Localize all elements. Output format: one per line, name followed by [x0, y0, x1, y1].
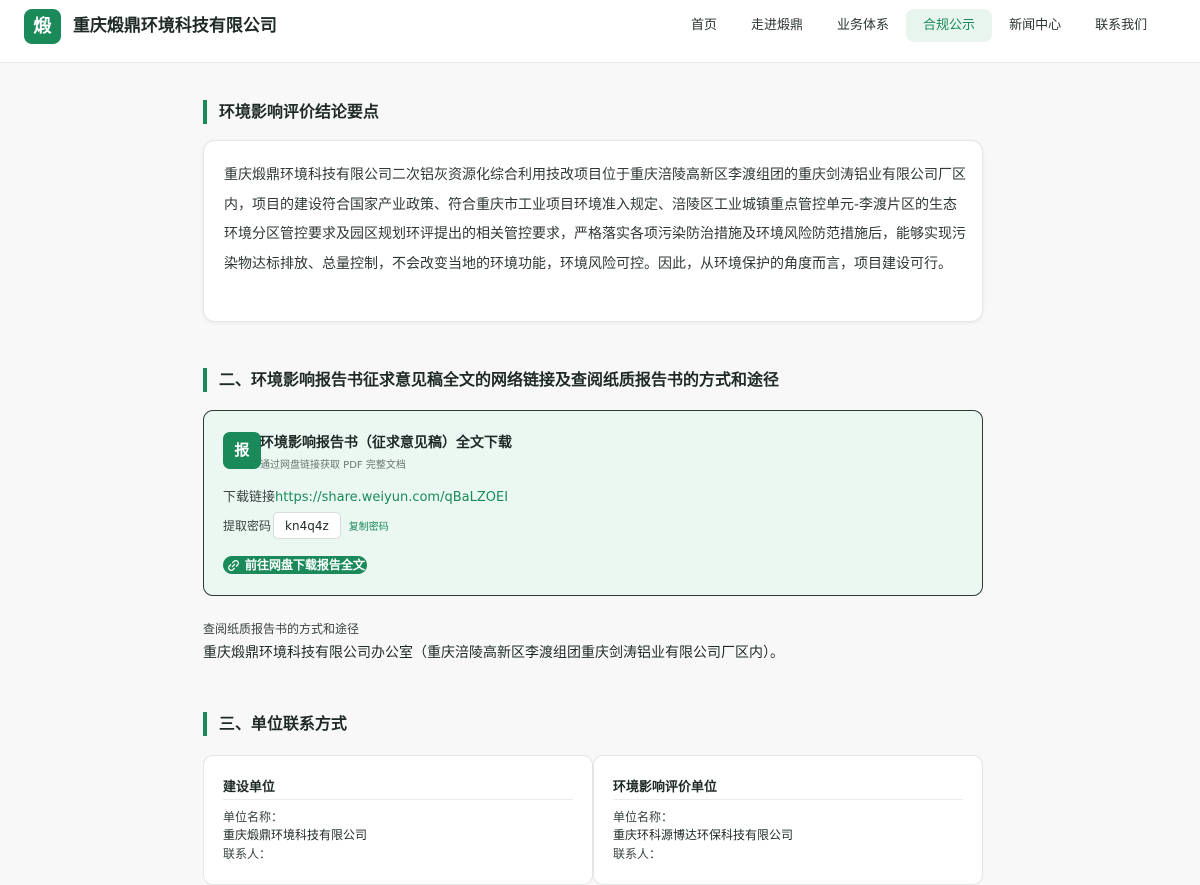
assessor-title: 环境影响评价单位	[613, 776, 963, 800]
builder-name: 重庆煅鼎环境科技有限公司	[223, 828, 368, 842]
paper-report-label: 查阅纸质报告书的方式和途径	[203, 622, 360, 636]
download-link-label: 下载链接	[223, 490, 276, 505]
conclusion-title: 环境影响评价结论要点	[203, 100, 379, 124]
paper-report-location: 重庆煅鼎环境科技有限公司办公室（重庆涪陵高新区李渡组团重庆剑涛铝业有限公司厂区内…	[203, 645, 784, 661]
builder-name-label: 单位名称：	[223, 810, 284, 824]
assessor-card: 环境影响评价单位 单位名称： 重庆环科源博达环保科技有限公司 联系人：	[593, 755, 983, 885]
conclusion-text: 重庆煅鼎环境科技有限公司二次铝灰资源化综合利用技改项目位于重庆涪陵高新区李渡组团…	[224, 167, 966, 272]
nav-item-compliance[interactable]: 合规公示	[906, 9, 993, 42]
assessor-name-label: 单位名称：	[613, 810, 674, 824]
builder-title: 建设单位	[223, 776, 573, 800]
nav-item-business[interactable]: 业务体系	[820, 9, 906, 42]
builder-card: 建设单位 单位名称： 重庆煅鼎环境科技有限公司 联系人：	[203, 755, 593, 885]
section3-title: 三、单位联系方式	[203, 712, 347, 736]
go-download-button[interactable]: 前往网盘下载报告全文	[223, 556, 368, 574]
go-download-label: 前往网盘下载报告全文	[245, 558, 366, 572]
nav-item-home[interactable]: 首页	[674, 9, 734, 42]
link-icon	[228, 559, 239, 571]
nav-item-contact[interactable]: 联系我们	[1078, 9, 1164, 42]
builder-contact-label: 联系人：	[223, 847, 272, 861]
download-link[interactable]: https://share.weiyun.com/qBaLZOEI	[275, 490, 508, 505]
extract-code-value[interactable]: kn4q4z	[273, 512, 341, 539]
download-link-row: 下载链接https://share.weiyun.com/qBaLZOEI	[223, 486, 508, 505]
copy-code-button[interactable]: 复制密码	[349, 518, 389, 533]
report-icon: 报	[223, 432, 261, 469]
assessor-name: 重庆环科源博达环保科技有限公司	[613, 828, 794, 842]
assessor-contact-label: 联系人：	[613, 847, 662, 861]
main-nav: 首页 走进煅鼎 业务体系 合规公示 新闻中心 联系我们	[674, 9, 1164, 42]
extract-code-label: 提取密码	[223, 519, 272, 533]
download-title: 环境影响报告书（征求意见稿）全文下载	[260, 435, 512, 451]
extract-code-row: 提取密码 kn4q4z 复制密码	[223, 512, 389, 539]
nav-item-news[interactable]: 新闻中心	[992, 9, 1078, 42]
site-header: 煅 重庆煅鼎环境科技有限公司 首页 走进煅鼎 业务体系 合规公示 新闻中心 联系…	[0, 0, 1200, 63]
conclusion-card: 重庆煅鼎环境科技有限公司二次铝灰资源化综合利用技改项目位于重庆涪陵高新区李渡组团…	[203, 140, 983, 322]
download-subtitle: 通过网盘链接获取 PDF 完整文档	[260, 460, 406, 471]
section2-title: 二、环境影响报告书征求意见稿全文的网络链接及查阅纸质报告书的方式和途径	[203, 368, 779, 392]
download-card: 报 环境影响报告书（征求意见稿）全文下载 通过网盘链接获取 PDF 完整文档 下…	[203, 410, 983, 596]
company-name[interactable]: 重庆煅鼎环境科技有限公司	[73, 14, 277, 38]
logo-icon[interactable]: 煅	[24, 9, 61, 44]
nav-item-about[interactable]: 走进煅鼎	[734, 9, 820, 42]
